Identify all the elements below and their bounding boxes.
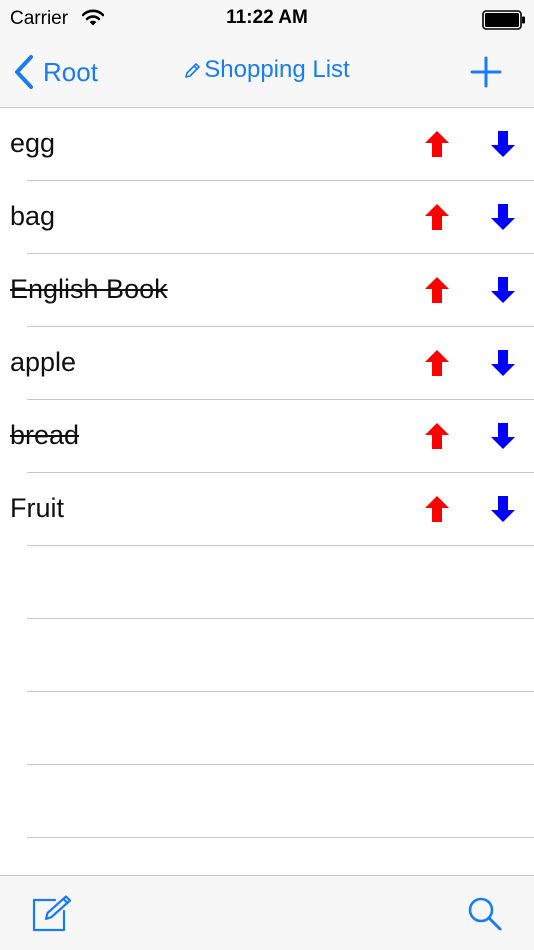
plus-icon	[470, 56, 502, 88]
move-up-button[interactable]	[424, 130, 450, 158]
list-item-label: egg	[10, 128, 56, 158]
list-item-label: apple	[10, 347, 77, 377]
list-item[interactable]: bread	[0, 400, 534, 473]
status-time: 11:22 AM	[226, 7, 308, 28]
list-item[interactable]: English Book	[0, 254, 534, 327]
move-down-button[interactable]	[490, 495, 516, 523]
move-down-button[interactable]	[490, 130, 516, 158]
battery-icon	[482, 10, 526, 35]
arrow-down-icon	[491, 496, 515, 522]
bottom-toolbar	[0, 875, 534, 950]
arrow-down-icon	[491, 131, 515, 157]
move-up-button[interactable]	[424, 203, 450, 231]
list-item-label: bag	[10, 201, 56, 231]
move-up-button[interactable]	[424, 422, 450, 450]
empty-row	[0, 546, 534, 619]
back-label: Root	[43, 56, 98, 87]
list-item[interactable]: apple	[0, 327, 534, 400]
edit-title-button[interactable]: Shopping List	[150, 56, 384, 84]
shopping-list: egg bag English Book apple bread Fruit	[0, 108, 534, 838]
move-up-button[interactable]	[424, 495, 450, 523]
empty-row	[0, 619, 534, 692]
list-item-label: bread	[10, 420, 80, 450]
arrow-up-icon	[425, 423, 449, 449]
compose-button[interactable]	[30, 894, 74, 934]
list-item-label: Fruit	[10, 493, 64, 523]
list-item[interactable]: bag	[0, 181, 534, 254]
arrow-down-icon	[491, 204, 515, 230]
move-down-button[interactable]	[490, 422, 516, 450]
move-up-button[interactable]	[424, 276, 450, 304]
move-up-button[interactable]	[424, 349, 450, 377]
arrow-down-icon	[491, 277, 515, 303]
add-item-button[interactable]	[466, 52, 506, 92]
arrow-up-icon	[425, 496, 449, 522]
chevron-left-icon	[15, 55, 33, 89]
move-down-button[interactable]	[490, 276, 516, 304]
arrow-up-icon	[425, 350, 449, 376]
status-bar: Carrier 11:22 AM	[0, 0, 534, 40]
empty-row	[0, 692, 534, 765]
navigation-bar: Root Shopping List	[0, 40, 534, 108]
search-button[interactable]	[466, 895, 504, 933]
page-title: Shopping List	[204, 56, 350, 83]
list-item[interactable]: Fruit	[0, 473, 534, 546]
arrow-up-icon	[425, 204, 449, 230]
screen: Carrier 11:22 AM Root Shopping List egg …	[0, 0, 534, 950]
arrow-up-icon	[425, 277, 449, 303]
pencil-icon	[185, 63, 201, 78]
move-down-button[interactable]	[490, 203, 516, 231]
arrow-down-icon	[491, 423, 515, 449]
back-button[interactable]: Root	[14, 52, 98, 92]
list-item[interactable]: egg	[0, 108, 534, 181]
list-item-label: English Book	[10, 274, 168, 304]
search-icon	[468, 897, 502, 931]
empty-row	[0, 765, 534, 838]
move-down-button[interactable]	[490, 349, 516, 377]
compose-icon	[32, 895, 72, 932]
arrow-up-icon	[425, 131, 449, 157]
arrow-down-icon	[491, 350, 515, 376]
